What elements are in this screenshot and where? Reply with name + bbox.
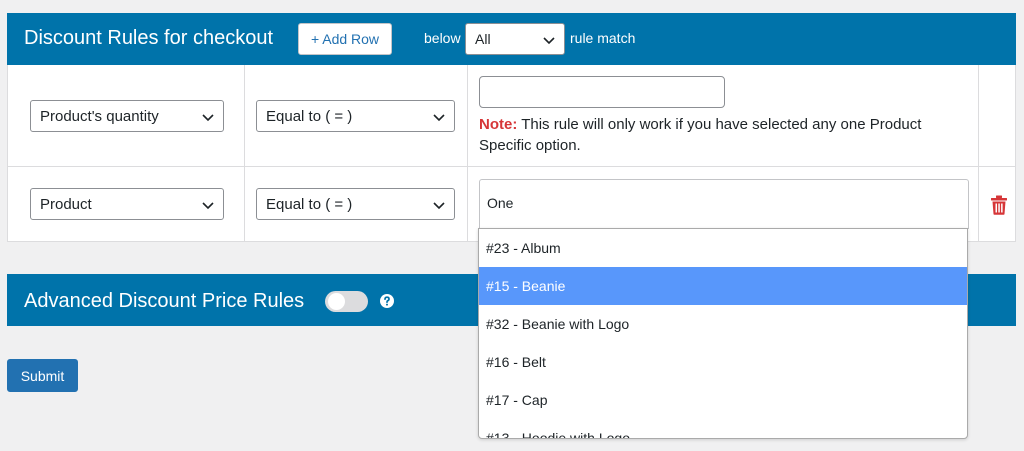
row-divider: [8, 166, 1015, 167]
note-label: Note:: [479, 116, 518, 133]
trash-icon[interactable]: [990, 195, 1008, 215]
dropdown-option[interactable]: #32 - Beanie with Logo: [479, 305, 967, 343]
rule-match-value: All: [475, 31, 491, 47]
condition-select[interactable]: Product's quantity: [30, 100, 224, 132]
column-divider: [244, 65, 245, 241]
product-dropdown[interactable]: #23 - Album #15 - Beanie #32 - Beanie wi…: [478, 228, 968, 439]
rule-match-label: rule match: [570, 30, 636, 46]
discount-rules-header: Discount Rules for checkout + Add Row be…: [7, 13, 1016, 65]
dropdown-option[interactable]: #17 - Cap: [479, 381, 967, 419]
add-row-button[interactable]: + Add Row: [298, 23, 392, 55]
dropdown-option-highlighted[interactable]: #15 - Beanie: [479, 267, 967, 305]
below-label: below: [424, 30, 461, 46]
product-search-input[interactable]: One: [479, 179, 969, 229]
rules-table: Product's quantity Equal to ( = ) Note: …: [7, 65, 1016, 242]
note-body: This rule will only work if you have sel…: [479, 116, 922, 154]
toggle-knob: [328, 293, 345, 310]
dropdown-option[interactable]: #23 - Album: [479, 229, 967, 267]
rule-note: Note: This rule will only work if you ha…: [479, 114, 959, 156]
operator-value: Equal to ( = ): [266, 195, 353, 213]
dropdown-option[interactable]: #13 - Hoodie with Logo: [479, 419, 967, 438]
column-divider: [978, 65, 979, 241]
help-icon[interactable]: [380, 294, 394, 308]
quantity-value-input[interactable]: [479, 76, 725, 108]
chevron-down-icon: [433, 114, 445, 122]
advanced-rules-title: Advanced Discount Price Rules: [24, 290, 305, 312]
operator-select[interactable]: Equal to ( = ): [256, 188, 455, 220]
chevron-down-icon: [202, 114, 214, 122]
operator-value: Equal to ( = ): [266, 107, 353, 125]
dropdown-option[interactable]: #16 - Belt: [479, 343, 967, 381]
condition-select[interactable]: Product: [30, 188, 224, 220]
advanced-rules-toggle[interactable]: [325, 291, 368, 312]
condition-value: Product: [40, 195, 92, 213]
chevron-down-icon: [433, 202, 445, 210]
rule-match-select[interactable]: All: [465, 23, 565, 55]
condition-value: Product's quantity: [40, 107, 159, 125]
section-title: Discount Rules for checkout: [24, 27, 274, 49]
column-divider: [467, 65, 468, 241]
chevron-down-icon: [543, 37, 555, 45]
chevron-down-icon: [202, 202, 214, 210]
operator-select[interactable]: Equal to ( = ): [256, 100, 455, 132]
submit-button[interactable]: Submit: [7, 359, 78, 392]
